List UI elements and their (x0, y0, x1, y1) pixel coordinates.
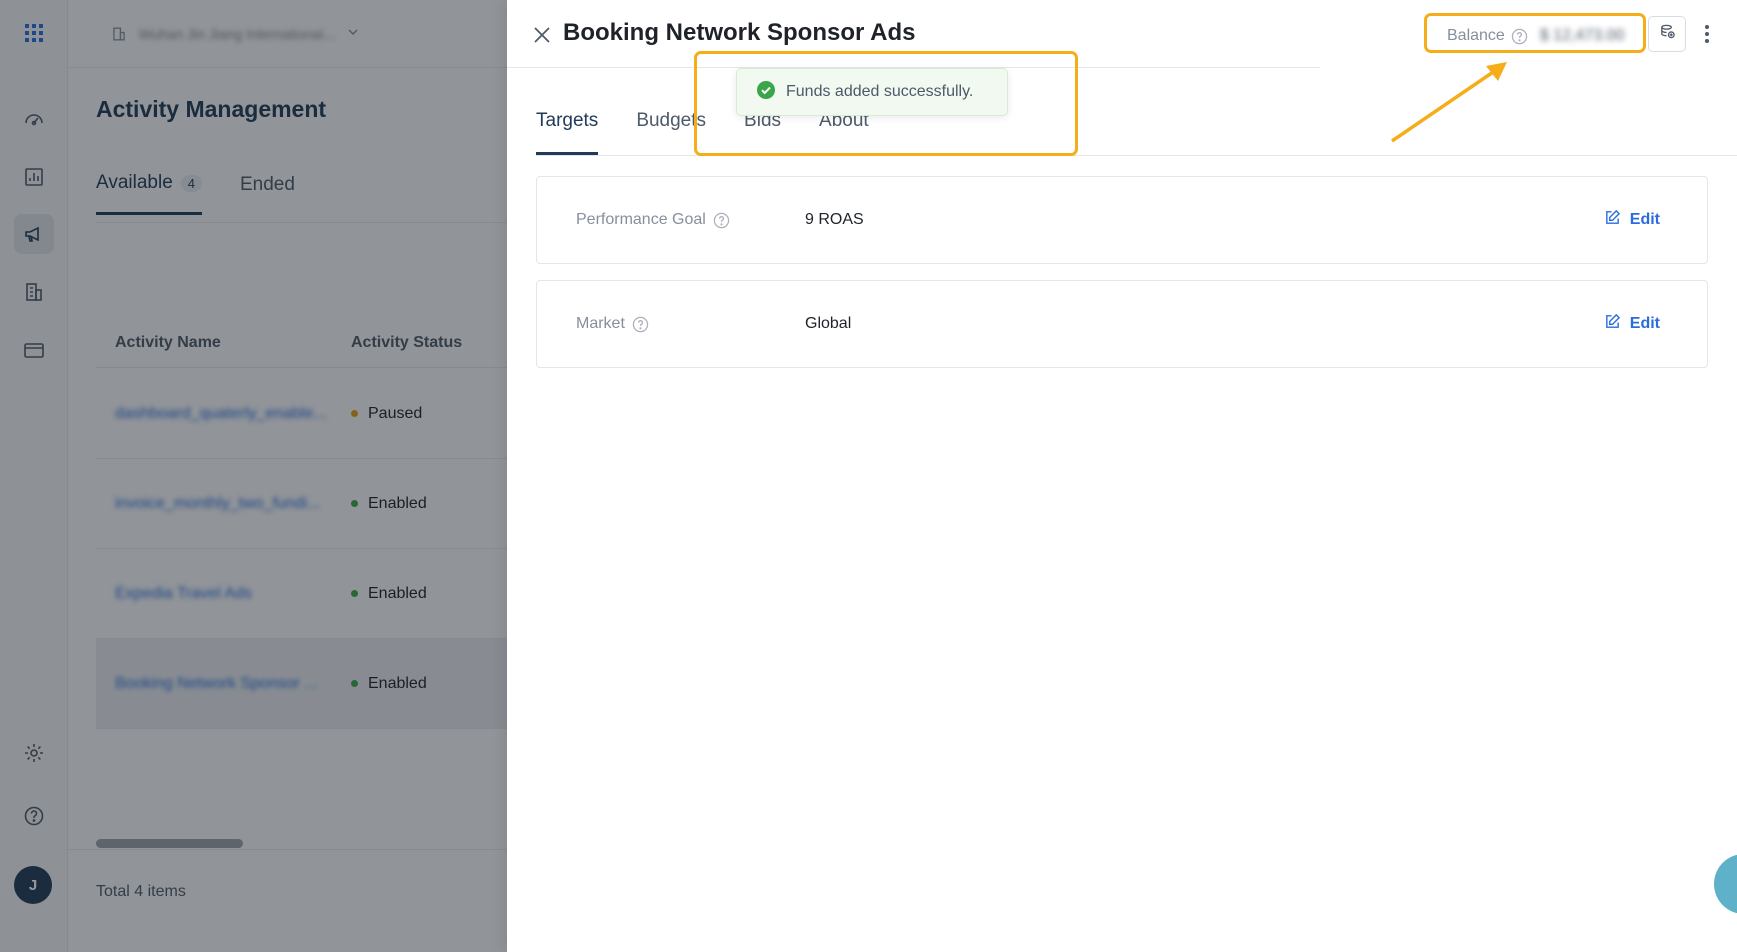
question-circle-icon[interactable] (713, 212, 730, 229)
activity-detail-drawer: Booking Network Sponsor Ads Balance $ 12… (507, 0, 1737, 952)
modal-backdrop[interactable] (0, 0, 507, 952)
coins-icon (1659, 23, 1676, 45)
edit-label: Edit (1629, 315, 1660, 332)
field-label: Market (576, 315, 649, 333)
close-icon[interactable] (529, 22, 555, 48)
edit-icon (1604, 313, 1621, 335)
add-funds-button[interactable] (1648, 16, 1686, 52)
field-label: Performance Goal (576, 211, 730, 229)
edit-performance-goal-button[interactable]: Edit (1604, 209, 1660, 231)
performance-goal-label: Performance Goal (576, 211, 706, 228)
balance-highlight-box (1424, 13, 1646, 53)
tab-targets[interactable]: Targets (536, 110, 599, 155)
market-label: Market (576, 315, 625, 332)
annotation-arrow-icon (1391, 62, 1507, 143)
market-card: Market Global Edit (536, 280, 1708, 368)
drawer-title: Booking Network Sponsor Ads (563, 19, 916, 46)
performance-goal-value: 9 ROAS (805, 211, 864, 228)
edit-icon (1604, 209, 1621, 231)
edit-label: Edit (1629, 211, 1660, 228)
question-circle-icon[interactable] (632, 316, 649, 333)
market-value: Global (805, 315, 852, 332)
edit-market-button[interactable]: Edit (1604, 313, 1660, 335)
more-options-icon[interactable] (1697, 18, 1717, 50)
performance-goal-card: Performance Goal 9 ROAS Edit (536, 176, 1708, 264)
toast-highlight-box (694, 51, 1078, 156)
